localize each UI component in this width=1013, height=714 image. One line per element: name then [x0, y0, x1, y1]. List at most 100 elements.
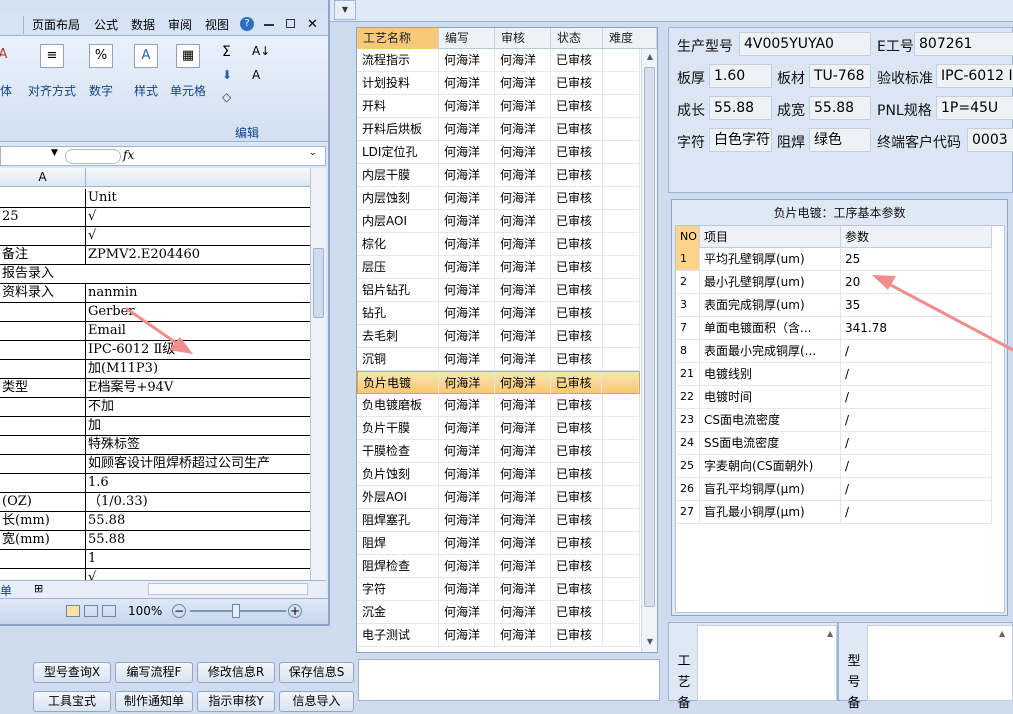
thickness-field[interactable]: 1.60	[709, 64, 772, 88]
sheet-cell-a[interactable]	[0, 417, 86, 435]
cell-icon[interactable]: ▦	[176, 44, 200, 68]
pnl-field[interactable]: 1P=45U	[936, 96, 1013, 120]
fx-icon[interactable]: fx	[123, 148, 134, 162]
align-group-label[interactable]: 对齐方式	[28, 82, 76, 99]
process-row[interactable]: 去毛刺 何海洋 何海洋 已审核	[357, 325, 640, 348]
param-row[interactable]: 22 电镀时间 /	[676, 386, 992, 409]
spreadsheet-grid[interactable]: A Unit 25 √ √ 备注 ZPMV2.E204460 报告录入 资料录入 nanmin G…	[0, 168, 310, 580]
col-difficulty[interactable]: 难度	[603, 28, 657, 49]
style-group-label[interactable]: 样式	[134, 82, 158, 99]
close-icon[interactable]: ✕	[307, 16, 318, 34]
sheet-cell-a[interactable]	[0, 569, 86, 580]
sheet-cell-b[interactable]: 1	[86, 550, 310, 568]
clear-icon[interactable]: ◇	[222, 90, 231, 104]
sheet-cell-b[interactable]: nanmin	[86, 284, 310, 302]
param-row[interactable]: 27 盲孔最小铜厚(μm) /	[676, 501, 992, 524]
font-icon[interactable]: A	[0, 44, 14, 68]
solder-mask-field[interactable]: 绿色	[809, 128, 871, 152]
minimize-icon[interactable]	[264, 16, 274, 26]
process-row[interactable]: 棕化 何海洋 何海洋 已审核	[357, 233, 640, 256]
sheet-cell-a[interactable]	[0, 227, 86, 245]
expand-icon[interactable]: ⌄	[309, 148, 317, 158]
import-info-button[interactable]: 信息导入	[279, 691, 354, 712]
sheet-cell-a[interactable]	[0, 436, 86, 454]
tab-review[interactable]: 审阅	[168, 16, 192, 34]
process-list-scrollbar[interactable]: ▲ ▼	[641, 49, 657, 652]
sheet-cell-b[interactable]: 如顾客设计阻焊桥超过公司生产	[86, 455, 310, 473]
style-icon[interactable]: A	[134, 44, 158, 68]
sheet-cell-a[interactable]: 宽(mm)	[0, 531, 86, 549]
process-row[interactable]: 阻焊塞孔 何海洋 何海洋 已审核	[357, 509, 640, 532]
column-a-header[interactable]: A	[0, 168, 86, 187]
sheet-cell-b[interactable]: E档案号+94V	[86, 379, 310, 397]
new-sheet-icon[interactable]: ⊞	[34, 582, 43, 595]
col-process-name[interactable]: 工艺名称	[357, 28, 439, 49]
sheet-cell-b[interactable]: 55.88	[86, 531, 310, 549]
tab-page-layout[interactable]: 页面布局	[32, 16, 80, 34]
material-field[interactable]: TU-768	[809, 64, 871, 88]
param-row[interactable]: 25 字麦朝向(CS面朝外) /	[676, 455, 992, 478]
process-row[interactable]: 沉铜 何海洋 何海洋 已审核	[357, 348, 640, 371]
help-icon[interactable]: ?	[240, 17, 254, 31]
sheet-cell-a[interactable]: 报告录入	[0, 265, 310, 283]
chevron-down-icon[interactable]: ▼	[51, 148, 58, 158]
sheet-cell-b[interactable]: 加	[86, 417, 310, 435]
sheet-cell-b[interactable]: ZPMV2.E204460	[86, 246, 310, 264]
process-row[interactable]: 层压 何海洋 何海洋 已审核	[357, 256, 640, 279]
tab-start[interactable]	[2, 16, 24, 34]
sheet-cell-b[interactable]: 特殊标签	[86, 436, 310, 454]
tool-button[interactable]: 工具宝式	[33, 691, 111, 712]
process-list[interactable]: 工艺名称 编写 审核 状态 难度 流程指示 何海洋 何海洋 已审核 计划投料 何海洋 何海洋…	[356, 27, 658, 653]
process-row[interactable]: 内层AOI 何海洋 何海洋 已审核	[357, 210, 640, 233]
process-row[interactable]: 内层干膜 何海洋 何海洋 已审核	[357, 164, 640, 187]
sheet-tab[interactable]: 单	[0, 582, 12, 599]
sheet-cell-b[interactable]: √	[86, 208, 310, 226]
save-info-button[interactable]: 保存信息S	[279, 662, 354, 683]
param-row[interactable]: 26 盲孔平均铜厚(μm) /	[676, 478, 992, 501]
process-row[interactable]: 阻焊检查 何海洋 何海洋 已审核	[357, 555, 640, 578]
col-no[interactable]: NO	[676, 226, 700, 248]
sheet-cell-a[interactable]	[0, 341, 86, 359]
sheet-cell-a[interactable]	[0, 455, 86, 473]
param-row[interactable]: 24 SS面电流密度 /	[676, 432, 992, 455]
scroll-up-icon[interactable]: ▲	[645, 52, 655, 62]
sheet-cell-a[interactable]: 资料录入	[0, 284, 86, 302]
param-row[interactable]: 2 最小孔壁铜厚(um) 20	[676, 271, 992, 294]
sheet-cell-b[interactable]: （1/0.33)	[86, 493, 310, 511]
process-row[interactable]: 铝片钻孔 何海洋 何海洋 已审核	[357, 279, 640, 302]
sheet-cell-a[interactable]	[0, 322, 86, 340]
align-icon[interactable]: ≡	[40, 44, 64, 68]
scroll-thumb[interactable]	[313, 248, 324, 318]
zoom-out-icon[interactable]: −	[172, 604, 186, 618]
process-row[interactable]: 负片干膜 何海洋 何海洋 已审核	[357, 417, 640, 440]
sheet-cell-b[interactable]: 1.6	[86, 474, 310, 492]
param-row[interactable]: 7 单面电镀面积（含... 341.78	[676, 317, 992, 340]
standard-field[interactable]: IPC-6012 I	[936, 64, 1013, 88]
sheet-cell-b[interactable]: Unit	[86, 189, 310, 207]
sheet-cell-b[interactable]: Gerber	[86, 303, 310, 321]
sheet-cell-a[interactable]: 类型	[0, 379, 86, 397]
sheet-cell-b[interactable]: 55.88	[86, 512, 310, 530]
sort-icon[interactable]: A↓	[252, 44, 270, 58]
process-row[interactable]: 干膜检查 何海洋 何海洋 已审核	[357, 440, 640, 463]
column-b-header[interactable]	[86, 168, 310, 187]
process-row[interactable]: 沉金 何海洋 何海洋 已审核	[357, 601, 640, 624]
make-notice-button[interactable]: 制作通知单	[115, 691, 193, 712]
page-break-view-icon[interactable]	[102, 605, 116, 617]
col-status[interactable]: 状态	[551, 28, 603, 49]
tab-formulas[interactable]: 公式	[94, 16, 118, 34]
model-field[interactable]: 4V005YUYA0	[739, 32, 871, 56]
memo-box[interactable]	[358, 659, 660, 701]
process-row[interactable]: 计划投料 何海洋 何海洋 已审核	[357, 72, 640, 95]
find-icon[interactable]: A	[252, 68, 260, 82]
sheet-cell-a[interactable]: 25	[0, 208, 86, 226]
review-instruction-button[interactable]: 指示审核Y	[197, 691, 275, 712]
scroll-thumb[interactable]	[644, 67, 655, 607]
sheet-cell-b[interactable]: √	[86, 569, 310, 580]
scroll-down-icon[interactable]: ▼	[645, 637, 655, 647]
process-row[interactable]: 负片蚀刻 何海洋 何海洋 已审核	[357, 463, 640, 486]
sheet-cell-b[interactable]: IPC-6012 Ⅱ级	[86, 341, 310, 359]
process-remark-textarea[interactable]	[697, 625, 837, 701]
zoom-level[interactable]: 100%	[128, 604, 162, 618]
sheet-cell-a[interactable]	[0, 360, 86, 378]
